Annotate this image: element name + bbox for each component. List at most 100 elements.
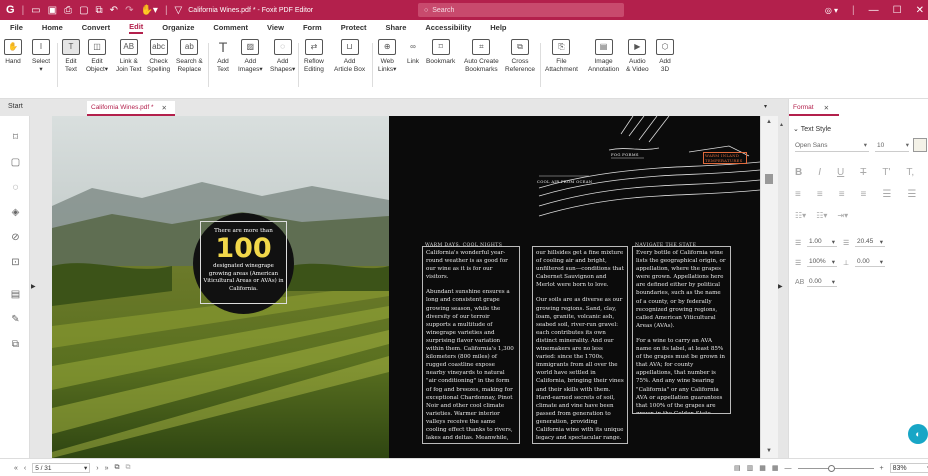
document-scrollbar[interactable]: ▲ ▼	[760, 116, 778, 458]
line-spacing-input[interactable]: 1.00 ▾	[807, 238, 837, 247]
scroll-down-icon[interactable]: ▼	[766, 448, 772, 454]
add-images-button[interactable]: ▨ Add Images▾	[238, 39, 263, 74]
expand-panel-icon[interactable]: ▶	[778, 283, 783, 290]
close-tab-icon[interactable]: ✕	[162, 104, 167, 112]
auto-create-bookmarks-button[interactable]: ⌗ Auto Create Bookmarks	[464, 39, 499, 74]
bullet-list-icon[interactable]: ☷▾	[795, 211, 806, 220]
add-text-button[interactable]: T Add Text	[214, 39, 232, 74]
comments-icon[interactable]: ◌	[10, 182, 21, 193]
menu-comment[interactable]: Comment	[213, 23, 248, 32]
text-column-2[interactable]: our hillsides get a fine mixture of cool…	[532, 246, 628, 444]
menu-view[interactable]: View	[267, 23, 284, 32]
new-doc-icon[interactable]: ▢	[79, 5, 88, 16]
text-column-1[interactable]: California's wonderful year-round weathe…	[422, 246, 520, 444]
baseline-offset-input[interactable]: 0.00 ▾	[855, 258, 885, 267]
open-folder-icon[interactable]: ▭	[31, 5, 40, 16]
text-column-3[interactable]: Every bottle of California wine lists th…	[632, 246, 731, 414]
menu-organize[interactable]: Organize	[162, 23, 194, 32]
font-size-select[interactable]: 10 ▾	[875, 139, 909, 152]
signature-icon[interactable]: ✎	[10, 314, 21, 325]
content-icon[interactable]: ⧉	[10, 339, 21, 350]
character-spacing-input[interactable]: 0.00 ▾	[807, 278, 837, 287]
layers-icon[interactable]: ◈	[10, 207, 21, 218]
horizontal-scale-input[interactable]: 100% ▾	[807, 258, 837, 267]
subscript-icon[interactable]: T,	[906, 167, 914, 178]
tab-format[interactable]: Format ✕	[789, 101, 839, 116]
justify-icon[interactable]: ≡	[861, 189, 867, 200]
minimize-icon[interactable]: —	[869, 5, 879, 16]
expand-sidebar-icon[interactable]: ▶	[31, 283, 36, 290]
strikethrough-icon[interactable]: T	[860, 167, 866, 178]
col3-paragraph-1[interactable]: Every bottle of California wine lists th…	[636, 249, 727, 330]
menu-file[interactable]: File	[10, 23, 23, 32]
underline-icon[interactable]: U	[837, 167, 844, 178]
menu-convert[interactable]: Convert	[82, 23, 110, 32]
panel-scroll-up-icon[interactable]: ▴	[780, 121, 783, 128]
document-view[interactable]: There are more than 100 designated wineg…	[36, 116, 760, 458]
search-replace-button[interactable]: ab Search & Replace	[176, 39, 203, 74]
search-box[interactable]: ○ Search	[418, 3, 624, 17]
align-center-icon[interactable]: ≡	[817, 189, 823, 200]
hand-button[interactable]: ✋ Hand	[4, 39, 22, 66]
account-icon[interactable]: ◎ ▾	[825, 6, 838, 15]
justify-last-icon[interactable]: ☰	[907, 189, 916, 200]
menu-share[interactable]: Share	[386, 23, 407, 32]
zoom-slider[interactable]	[797, 464, 874, 472]
copy-page-icon[interactable]: ⧉	[115, 464, 120, 472]
tab-document[interactable]: California Wines.pdf * ✕	[87, 101, 175, 116]
zoom-slider-knob[interactable]	[827, 464, 835, 472]
align-right-icon[interactable]: ≡	[839, 189, 845, 200]
page-thumbnails-icon[interactable]: ▢	[10, 157, 21, 168]
hand-tool-icon[interactable]: ✋▾	[140, 5, 157, 16]
indent-icon[interactable]: ⇥▾	[837, 211, 848, 220]
menu-accessibility[interactable]: Accessibility	[425, 23, 471, 32]
col2-paragraph-2[interactable]: Our soils are as diverse as our growing …	[536, 296, 624, 442]
check-spelling-button[interactable]: abc Check Spelling	[147, 39, 170, 74]
justify-all-icon[interactable]: ☰	[882, 189, 891, 200]
two-page-view-icon[interactable]: ▦	[759, 464, 766, 472]
print-icon[interactable]: ⎙	[64, 5, 72, 16]
add-3d-button[interactable]: ⬡ Add 3D	[656, 39, 674, 74]
col1-paragraph-1[interactable]: California's wonderful year-round weathe…	[426, 249, 516, 281]
superscript-icon[interactable]: T'	[882, 167, 890, 178]
assistant-chat-button[interactable]: ◐	[908, 424, 928, 444]
security-icon[interactable]: ⊡	[10, 257, 21, 268]
single-page-view-icon[interactable]: ▤	[734, 464, 741, 472]
two-page-continuous-icon[interactable]: ▦	[772, 464, 779, 472]
audio-video-button[interactable]: ▶ Audio & Video	[626, 39, 649, 74]
link-join-text-button[interactable]: AB Link & Join Text	[116, 39, 142, 74]
web-links-button[interactable]: ⊕ Web Links▾	[378, 39, 396, 74]
menu-form[interactable]: Form	[303, 23, 322, 32]
customize-icon[interactable]: ▽	[175, 5, 183, 16]
col2-paragraph-1[interactable]: our hillsides get a fine mixture of cool…	[536, 249, 624, 289]
menu-edit[interactable]: Edit	[129, 22, 144, 34]
file-attachment-button[interactable]: ⎘ File Attachment	[545, 39, 578, 74]
tab-list-chevron-icon[interactable]: ▾	[764, 103, 767, 110]
next-page-icon[interactable]: ›	[96, 465, 98, 472]
cross-reference-button[interactable]: ⧉ Cross Reference	[505, 39, 535, 74]
bold-icon[interactable]: B	[795, 167, 802, 178]
italic-icon[interactable]: I	[818, 167, 821, 178]
scroll-up-icon[interactable]: ▲	[766, 119, 772, 125]
scroll-thumb[interactable]	[765, 174, 773, 184]
menu-help[interactable]: Help	[490, 23, 506, 32]
last-page-icon[interactable]: »	[105, 465, 109, 472]
first-page-icon[interactable]: «	[14, 465, 18, 472]
edit-object-button[interactable]: ◫ Edit Object▾	[86, 39, 108, 74]
menu-home[interactable]: Home	[42, 23, 63, 32]
maximize-icon[interactable]: ☐	[893, 5, 902, 16]
numbered-list-icon[interactable]: ☷▾	[816, 211, 827, 220]
redo-icon[interactable]: ↷	[125, 5, 133, 16]
zoom-in-icon[interactable]: +	[880, 465, 884, 472]
paragraph-spacing-input[interactable]: 20.45 ▾	[855, 238, 885, 247]
paste-page-icon[interactable]: ⧉	[126, 464, 131, 472]
add-shapes-button[interactable]: ◌ Add Shapes▾	[270, 39, 295, 74]
undo-icon[interactable]: ↶	[110, 5, 118, 16]
copy-icon[interactable]: ⧉	[96, 5, 103, 16]
zoom-out-icon[interactable]: —	[785, 465, 792, 472]
fields-icon[interactable]: ▤	[10, 289, 21, 300]
previous-page-icon[interactable]: ‹	[24, 465, 26, 472]
bookmark-panel-icon[interactable]: ⌑	[10, 132, 21, 143]
link-button[interactable]: ∞ Link	[404, 39, 422, 66]
tab-start[interactable]: Start	[8, 103, 23, 110]
